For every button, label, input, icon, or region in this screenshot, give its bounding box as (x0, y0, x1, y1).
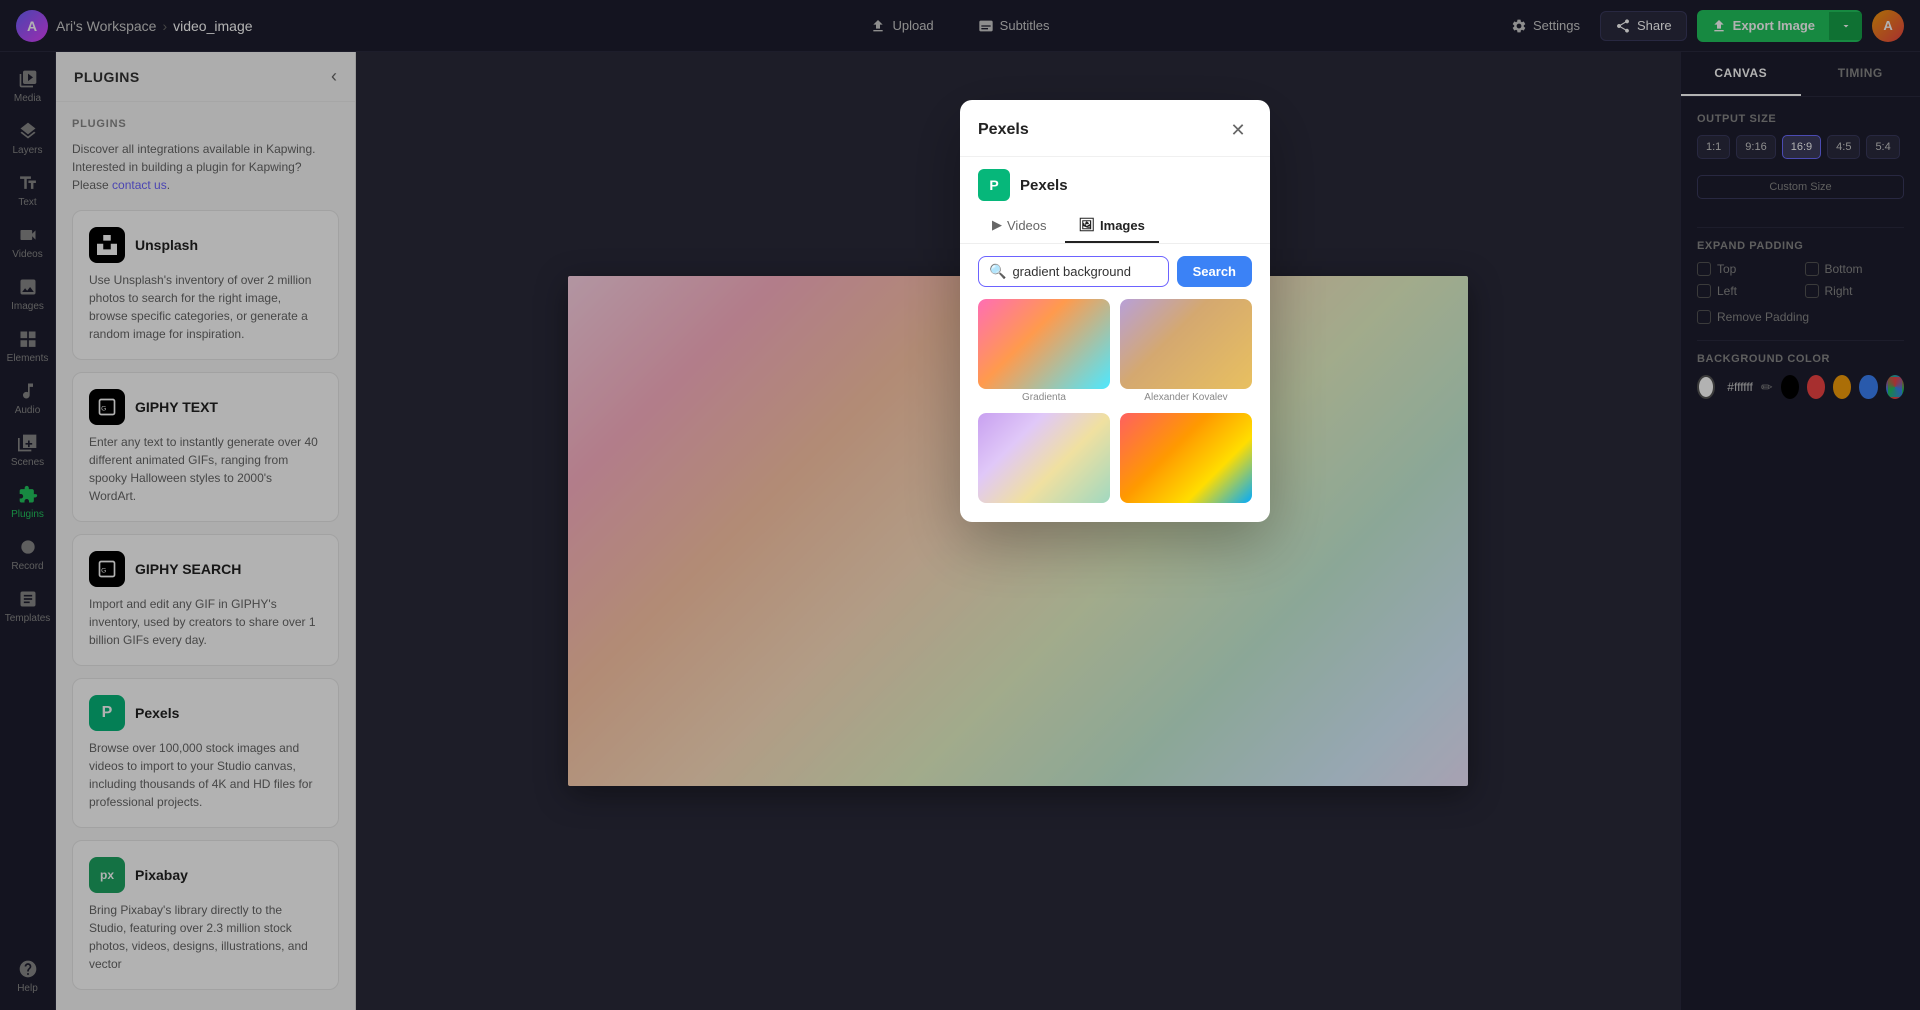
result-label-1: Gradienta (978, 392, 1110, 403)
result-image-4 (1120, 413, 1252, 503)
result-label-2: Alexander Kovalev (1120, 392, 1252, 403)
modal-tab-videos[interactable]: ▶ Videos (978, 209, 1061, 243)
videos-tab-label: Videos (1007, 218, 1047, 233)
modal-brand: P Pexels (960, 157, 1270, 209)
videos-tab-icon: ▶ (992, 217, 1002, 233)
result-item-3[interactable] (978, 413, 1110, 506)
result-item-1[interactable]: Gradienta (978, 299, 1110, 403)
result-image-3 (978, 413, 1110, 503)
result-item-4[interactable] (1120, 413, 1252, 506)
search-input-wrap[interactable]: 🔍 (978, 256, 1169, 287)
modal-title: Pexels (978, 121, 1029, 139)
images-tab-icon: 🖼 (1079, 217, 1096, 233)
pexels-modal: Pexels ✕ P Pexels ▶ Videos 🖼 Images 🔍 (960, 100, 1270, 522)
modal-overlay[interactable]: Pexels ✕ P Pexels ▶ Videos 🖼 Images 🔍 (0, 0, 1920, 1010)
pexels-brand-name: Pexels (1020, 177, 1068, 194)
result-image-2 (1120, 299, 1252, 389)
modal-results: Gradienta Alexander Kovalev (960, 299, 1270, 522)
pexels-icon-letter: P (989, 177, 998, 193)
modal-tab-images[interactable]: 🖼 Images (1065, 209, 1159, 243)
pexels-search-input[interactable] (1012, 264, 1157, 279)
result-image-1 (978, 299, 1110, 389)
result-item-2[interactable]: Alexander Kovalev (1120, 299, 1252, 403)
modal-search: 🔍 Search (960, 244, 1270, 299)
modal-close-button[interactable]: ✕ (1224, 116, 1252, 144)
images-tab-label: Images (1100, 218, 1145, 233)
modal-media-tabs: ▶ Videos 🖼 Images (960, 209, 1270, 244)
pexels-modal-icon: P (978, 169, 1010, 201)
pexels-search-button[interactable]: Search (1177, 256, 1252, 287)
search-magnifier-icon: 🔍 (989, 263, 1006, 280)
search-button-label: Search (1193, 264, 1236, 279)
modal-header: Pexels ✕ (960, 100, 1270, 157)
